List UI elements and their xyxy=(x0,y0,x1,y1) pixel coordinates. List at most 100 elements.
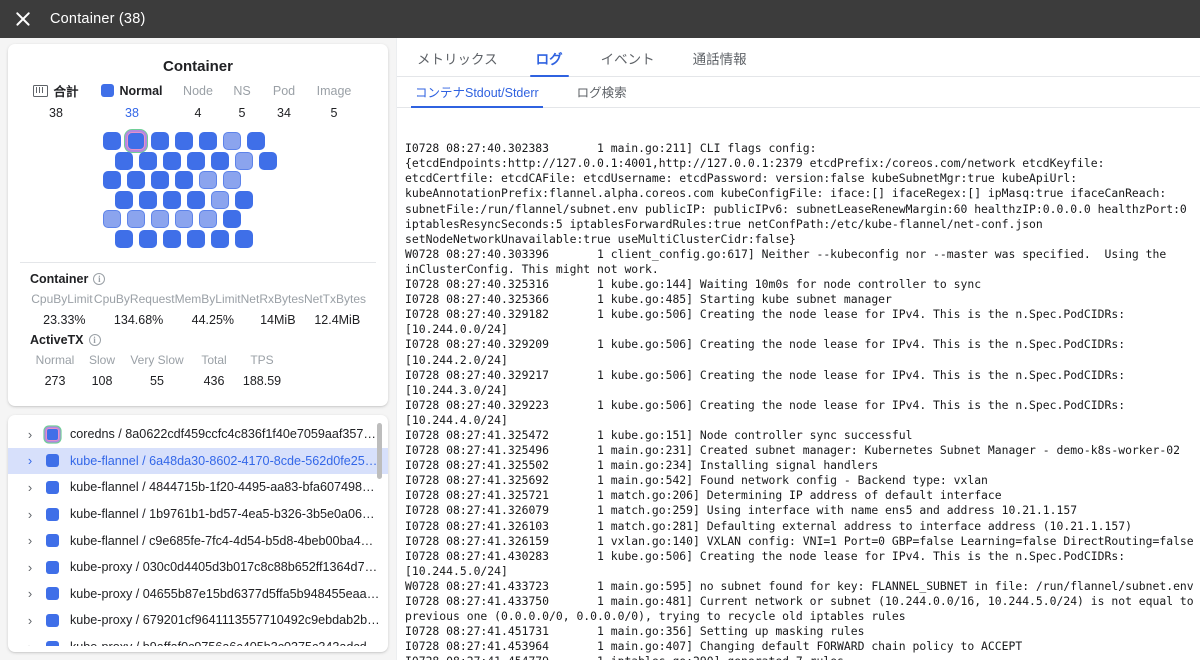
chevron-right-icon[interactable]: › xyxy=(22,453,38,468)
chevron-right-icon[interactable]: › xyxy=(22,613,38,628)
chevron-right-icon[interactable]: › xyxy=(22,640,38,646)
container-cell[interactable] xyxy=(223,210,241,228)
list-item-label: kube-flannel / 6a48da30-8602-4170-8cde-5… xyxy=(70,453,380,468)
legend-total-label: 合計 xyxy=(53,85,79,99)
legend-total: 合計 38 xyxy=(22,82,90,120)
container-cell[interactable] xyxy=(223,171,241,189)
list-item-label: coredns / 8a0622cdf459ccfc4c836f1f40e705… xyxy=(70,427,380,442)
container-cell[interactable] xyxy=(127,132,145,150)
metric-header: TPS xyxy=(250,353,274,367)
container-cell[interactable] xyxy=(115,229,133,248)
list-item[interactable]: › kube-proxy / 679201cf9641113557710492c9… xyxy=(8,607,388,634)
container-cell[interactable] xyxy=(103,171,121,189)
container-cell[interactable] xyxy=(211,190,229,209)
info-icon[interactable]: i xyxy=(93,273,106,285)
container-cell[interactable] xyxy=(235,190,253,209)
list-item-label: kube-flannel / c9e685fe-7fc4-4d54-b5d8-4… xyxy=(70,533,380,548)
chevron-right-icon[interactable]: › xyxy=(22,560,38,575)
container-square-icon xyxy=(46,454,59,468)
chevron-right-icon[interactable]: › xyxy=(22,480,38,495)
container-cell[interactable] xyxy=(175,210,193,228)
log-viewer[interactable]: I0728 08:27:40.302383 1 main.go:211] CLI… xyxy=(397,108,1200,660)
container-square-icon xyxy=(46,427,59,441)
list-item[interactable]: › kube-proxy / 030c0d4405d3b017c8c88b652f… xyxy=(8,554,388,581)
list-item[interactable]: › kube-flannel / 6a48da30-8602-4170-8cde-… xyxy=(8,447,388,475)
window-title-bar: Container (38) xyxy=(0,0,1200,38)
container-cell[interactable] xyxy=(103,210,121,228)
legend-normal-value[interactable]: 38 xyxy=(90,106,174,120)
list-item[interactable]: › kube-flannel / 1b9761b1-bd57-4ea5-b326-… xyxy=(8,501,388,528)
container-list-card: › coredns / 8a0622cdf459ccfc4c836f1f40e70… xyxy=(8,415,388,652)
container-cell[interactable] xyxy=(187,151,205,170)
container-cell[interactable] xyxy=(163,190,181,209)
container-map xyxy=(103,132,293,250)
container-square-icon xyxy=(46,560,59,574)
container-cell[interactable] xyxy=(151,171,169,189)
metric-header: Slow xyxy=(88,353,115,367)
container-cell[interactable] xyxy=(211,229,229,248)
container-list[interactable]: › coredns / 8a0622cdf459ccfc4c836f1f40e70… xyxy=(8,421,388,646)
container-cell[interactable] xyxy=(115,190,133,209)
container-cell[interactable] xyxy=(259,151,277,170)
legend-image-label: Image xyxy=(316,83,352,98)
container-cell[interactable] xyxy=(175,171,193,189)
metric-header: CpuByLimit xyxy=(31,292,93,306)
chevron-right-icon[interactable]: › xyxy=(22,533,38,548)
container-cell[interactable] xyxy=(223,132,241,150)
metric-value: 108 xyxy=(91,374,113,388)
container-cell[interactable] xyxy=(247,132,265,150)
chevron-right-icon[interactable]: › xyxy=(22,427,38,442)
list-item[interactable]: › kube-flannel / 4844715b-1f20-4495-aa83-… xyxy=(8,474,388,501)
container-cell[interactable] xyxy=(127,171,145,189)
tab-0[interactable]: メトリックス xyxy=(411,48,504,76)
list-item[interactable]: › kube-proxy / 04655b87e15bd6377d5ffa5b94… xyxy=(8,581,388,608)
container-cell[interactable] xyxy=(151,132,169,150)
container-cell[interactable] xyxy=(139,229,157,248)
metric-value: 44.25% xyxy=(191,313,235,327)
container-cell[interactable] xyxy=(211,151,229,170)
tab-2[interactable]: イベント xyxy=(595,48,661,76)
metric-header: Very Slow xyxy=(130,353,184,367)
close-icon[interactable] xyxy=(14,10,32,28)
metrics-container-headers: CpuByLimit CpuByRequest MemByLimit NetRx… xyxy=(30,289,366,309)
metric-value: 12.4MiB xyxy=(314,313,361,327)
list-item[interactable]: › coredns / 8a0622cdf459ccfc4c836f1f40e70… xyxy=(8,421,388,448)
container-cell[interactable] xyxy=(115,151,133,170)
container-cell[interactable] xyxy=(151,210,169,228)
container-cell[interactable] xyxy=(103,132,121,150)
legend-pod-value: 34 xyxy=(277,106,291,120)
container-cell[interactable] xyxy=(175,132,193,150)
list-item-label: kube-proxy / b9affaf0c9756a6c405b3c0375c… xyxy=(70,640,380,646)
metrics-section: Container i CpuByLimit CpuByRequest MemB… xyxy=(18,263,378,400)
list-item-label: kube-proxy / 030c0d4405d3b017c8c88b652ff… xyxy=(70,560,380,575)
legend-image: Image 5 xyxy=(306,82,362,121)
list-item[interactable]: › kube-flannel / c9e685fe-7fc4-4d54-b5d8-… xyxy=(8,527,388,554)
container-cell[interactable] xyxy=(163,229,181,248)
container-square-icon xyxy=(46,613,59,627)
legend-pod-label: Pod xyxy=(272,83,296,98)
container-cell[interactable] xyxy=(199,171,217,189)
container-cell[interactable] xyxy=(235,151,253,170)
subtab-1[interactable]: ログ検索 xyxy=(573,82,631,107)
container-cell[interactable] xyxy=(199,132,217,150)
metric-header: Normal xyxy=(35,353,75,367)
container-cell[interactable] xyxy=(235,229,253,248)
container-cell[interactable] xyxy=(199,210,217,228)
subtab-0[interactable]: コンテナStdout/Stderr xyxy=(411,82,543,108)
list-scrollbar-thumb[interactable] xyxy=(377,423,382,479)
square-blue-icon xyxy=(101,84,115,97)
metric-value: 14MiB xyxy=(260,313,296,327)
container-cell[interactable] xyxy=(163,151,181,170)
container-cell[interactable] xyxy=(139,151,157,170)
chevron-right-icon[interactable]: › xyxy=(22,586,38,601)
tab-1[interactable]: ログ xyxy=(529,48,569,77)
list-item[interactable]: › kube-proxy / b9affaf0c9756a6c405b3c0375… xyxy=(8,634,388,646)
left-panel: Container 合計 38 Normal 38 Node 4 NS 5 Po… xyxy=(0,38,396,660)
tab-3[interactable]: 通話情報 xyxy=(687,48,753,76)
chevron-right-icon[interactable]: › xyxy=(22,507,38,522)
container-cell[interactable] xyxy=(127,210,145,228)
container-cell[interactable] xyxy=(187,190,205,209)
container-cell[interactable] xyxy=(139,190,157,209)
container-cell[interactable] xyxy=(187,229,205,248)
info-icon[interactable]: i xyxy=(88,334,101,346)
